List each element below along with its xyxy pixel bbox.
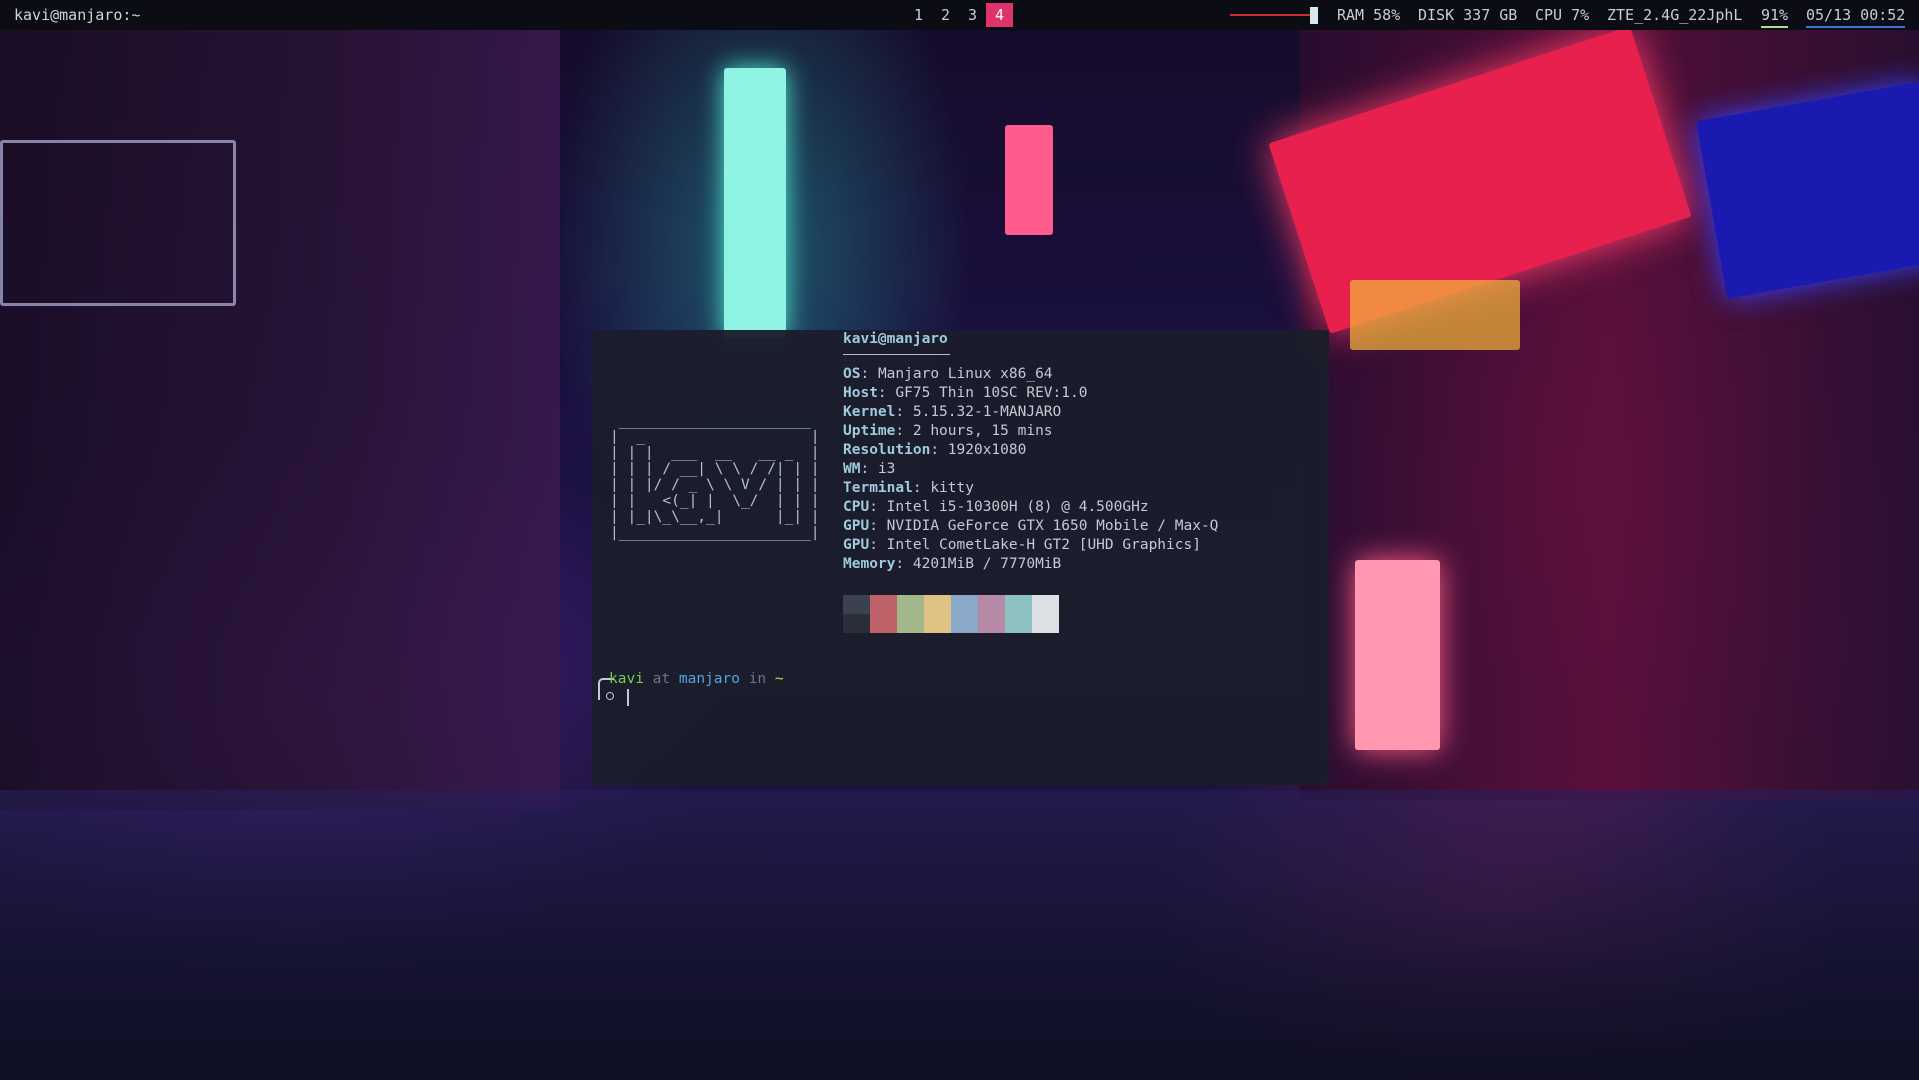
info-colon: : — [869, 499, 887, 515]
info-line: Memory: 4201MiB / 7770MiB — [843, 555, 1218, 574]
info-line: CPU: Intel i5-10300H (8) @ 4.500GHz — [843, 498, 1218, 517]
ascii-logo: ______________________ | _ | | | | ___ _… — [610, 413, 820, 541]
color-swatch — [897, 595, 924, 633]
prompt-line: kavi at manjaro in ~ — [609, 670, 784, 689]
info-colon: : — [930, 442, 948, 458]
info-key: Kernel — [843, 404, 896, 420]
info-key: Terminal — [843, 480, 913, 496]
window-title: kavi@manjaro:~ — [14, 6, 141, 24]
info-colon: : — [895, 556, 913, 572]
wallpaper-led-sign — [1355, 560, 1440, 750]
workspace-switcher: 1 2 3 4 — [905, 3, 1013, 27]
info-key: CPU — [843, 499, 870, 515]
color-swatch — [978, 595, 1005, 633]
color-swatch — [951, 595, 978, 633]
prompt-in: in — [748, 671, 767, 687]
prompt-host: manjaro — [678, 671, 740, 687]
volume-slider-track[interactable] — [1230, 14, 1310, 16]
prompt-circle-icon — [606, 692, 614, 700]
info-value: 1920x1080 — [947, 442, 1027, 458]
text-cursor[interactable] — [627, 689, 629, 706]
header-separator — [843, 354, 950, 355]
workspace-3[interactable]: 3 — [959, 3, 986, 27]
info-line: GPU: Intel CometLake-H GT2 [UHD Graphics… — [843, 536, 1218, 555]
info-key: WM — [843, 461, 861, 477]
cpu-indicator: CPU 7% — [1535, 6, 1590, 24]
info-colon: : — [895, 423, 913, 439]
wallpaper-sign-frame — [0, 140, 236, 306]
info-line: Kernel: 5.15.32-1-MANJARO — [843, 403, 1218, 422]
info-colon: : — [912, 480, 931, 496]
prompt-user: kavi — [609, 671, 644, 687]
wallpaper-karaoke-yellow-sign — [1350, 280, 1520, 350]
prompt-at: at — [652, 671, 671, 687]
info-list: OS: Manjaro Linux x86_64 Host: GF75 Thin … — [843, 365, 1218, 574]
wallpaper-pink-sign — [1005, 125, 1053, 235]
wallpaper-karaoke-sign — [724, 68, 786, 338]
color-swatch — [1032, 595, 1059, 633]
info-value: NVIDIA GeForce GTX 1650 Mobile / Max-Q — [886, 518, 1219, 534]
info-colon: : — [869, 518, 887, 534]
wallpaper-street — [0, 790, 1919, 1080]
ram-indicator: RAM 58% — [1337, 6, 1401, 24]
info-line: Resolution: 1920x1080 — [843, 441, 1218, 460]
color-palette — [843, 595, 1059, 633]
info-value: kitty — [930, 480, 974, 496]
info-line: WM: i3 — [843, 460, 1218, 479]
info-value: 2 hours, 15 mins — [912, 423, 1053, 439]
info-key: Uptime — [843, 423, 896, 439]
color-swatch — [1005, 595, 1032, 633]
info-value: 4201MiB / 7770MiB — [912, 556, 1062, 572]
info-key: Memory — [843, 556, 896, 572]
info-colon: : — [877, 385, 896, 401]
info-key: Resolution — [843, 442, 931, 458]
info-colon: : — [895, 404, 913, 420]
info-colon: : — [860, 461, 878, 477]
info-value: Intel CometLake-H GT2 [UHD Graphics] — [886, 537, 1201, 553]
info-colon: : — [869, 537, 887, 553]
color-swatch — [870, 595, 897, 633]
workspace-4[interactable]: 4 — [986, 3, 1013, 27]
info-value: GF75 Thin 10SC REV:1.0 — [895, 385, 1088, 401]
workspace-2[interactable]: 2 — [932, 3, 959, 27]
info-value: Intel i5-10300H (8) @ 4.500GHz — [886, 499, 1149, 515]
info-line: GPU: NVIDIA GeForce GTX 1650 Mobile / Ma… — [843, 517, 1218, 536]
info-value: 5.15.32-1-MANJARO — [912, 404, 1062, 420]
info-line: Host: GF75 Thin 10SC REV:1.0 — [843, 384, 1218, 403]
date-time: 05/13 00:52 — [1806, 6, 1906, 28]
info-colon: : — [860, 366, 878, 382]
volume-slider-handle[interactable] — [1310, 7, 1318, 24]
info-line: Uptime: 2 hours, 15 mins — [843, 422, 1218, 441]
prompt-directory: ~ — [774, 671, 784, 687]
terminal-window[interactable]: ______________________ | _ | | | | ___ _… — [592, 330, 1329, 785]
disk-indicator: DISK 337 GB — [1418, 6, 1518, 24]
workspace-1[interactable]: 1 — [905, 3, 932, 27]
info-key: GPU — [843, 537, 870, 553]
info-key: OS — [843, 366, 861, 382]
status-bar: kavi@manjaro:~ 1 2 3 4 RAM 58% DISK 337 … — [0, 0, 1919, 30]
info-key: GPU — [843, 518, 870, 534]
info-value: Manjaro Linux x86_64 — [877, 366, 1053, 382]
info-line: OS: Manjaro Linux x86_64 — [843, 365, 1218, 384]
battery-indicator: 91% — [1761, 6, 1789, 28]
info-value: i3 — [877, 461, 896, 477]
user-host-header: kavi@manjaro — [843, 331, 948, 347]
network-indicator[interactable]: ZTE_2.4G_22JphL — [1607, 6, 1742, 24]
color-swatch — [843, 595, 870, 633]
info-key: Host — [843, 385, 878, 401]
color-swatch — [924, 595, 951, 633]
info-line: Terminal: kitty — [843, 479, 1218, 498]
